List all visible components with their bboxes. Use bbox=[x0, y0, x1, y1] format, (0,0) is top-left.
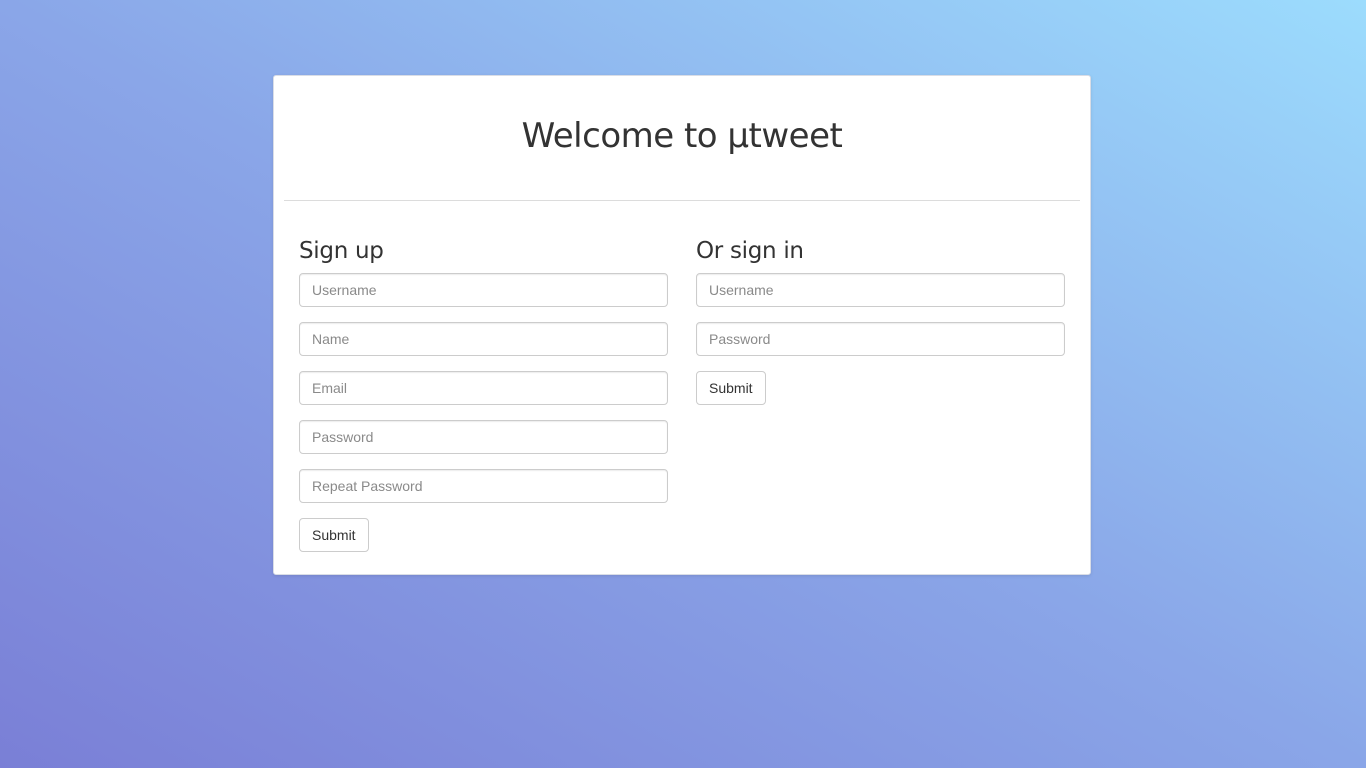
signup-name-input[interactable] bbox=[299, 322, 668, 356]
signin-username-input[interactable] bbox=[696, 273, 1065, 307]
forms-container: Sign up Submit Or sign in Submit bbox=[299, 236, 1065, 552]
signup-repeat-password-input[interactable] bbox=[299, 469, 668, 503]
signup-heading: Sign up bbox=[299, 238, 384, 264]
signin-submit-button[interactable]: Submit bbox=[696, 371, 766, 405]
signin-heading: Or sign in bbox=[696, 238, 804, 264]
signin-form: Or sign in Submit bbox=[696, 236, 1065, 552]
signup-username-input[interactable] bbox=[299, 273, 668, 307]
signin-password-input[interactable] bbox=[696, 322, 1065, 356]
card-header: Welcome to µtweet bbox=[284, 76, 1080, 201]
signup-form: Sign up Submit bbox=[299, 236, 668, 552]
signup-email-input[interactable] bbox=[299, 371, 668, 405]
page-title: Welcome to µtweet bbox=[521, 115, 843, 156]
signup-password-input[interactable] bbox=[299, 420, 668, 454]
welcome-card: Welcome to µtweet Sign up Submit Or sign… bbox=[273, 75, 1091, 575]
signup-submit-button[interactable]: Submit bbox=[299, 518, 369, 552]
